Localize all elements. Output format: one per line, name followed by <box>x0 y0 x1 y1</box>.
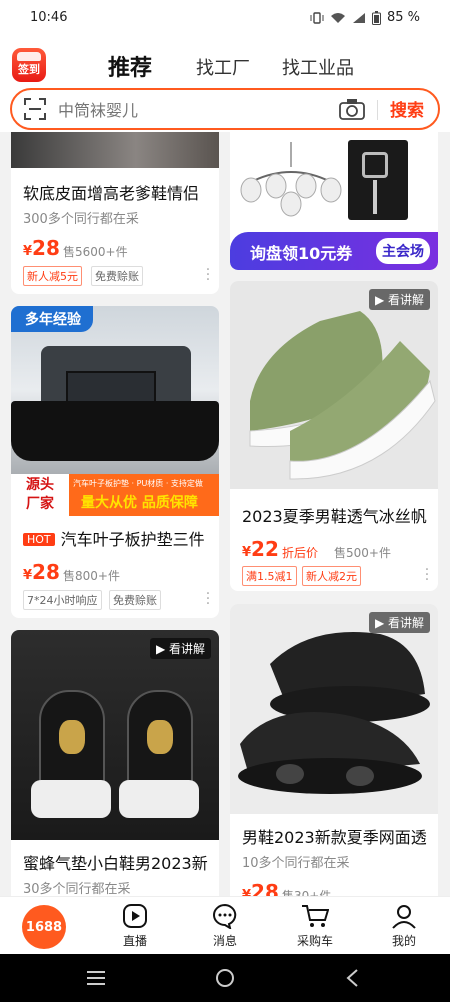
vibrate-icon <box>310 11 324 24</box>
product-title: 蜜蜂气垫小白鞋男2023新 <box>23 854 208 873</box>
search-bar: 搜索 <box>10 88 440 130</box>
search-divider <box>377 100 378 120</box>
credit-tag: 免费赊账 <box>91 266 143 286</box>
header: 签到 推荐 找工厂 找工业品 搜索 <box>0 36 450 132</box>
product-card[interactable]: 软底皮面增高老爹鞋情侣 300多个同行都在采 ¥28 售5600+件 新人减5元… <box>11 132 219 294</box>
more-options-icon[interactable]: · · · <box>205 587 211 611</box>
experience-badge: 多年经验 <box>11 306 93 332</box>
product-image <box>230 604 438 814</box>
main-venue-button[interactable]: 主会场 <box>376 238 430 264</box>
back-icon[interactable] <box>345 968 359 988</box>
shoe-image <box>238 632 430 794</box>
product-card[interactable]: 多年经验 源头厂家 汽车叶子板护垫 · PU材质 · 支持定做 量大从优 品质保… <box>11 306 219 618</box>
product-title: 软底皮面增高老爹鞋情侣 <box>23 184 200 203</box>
product-card[interactable]: ▶ 看讲解 2023夏季男鞋透气冰丝帆 ¥22 折后价 售500+件 满1.5减… <box>230 281 438 591</box>
status-bar: 10:46 85 % <box>0 0 450 36</box>
signin-button[interactable]: 签到 <box>12 48 46 82</box>
sold-count: 售500+件 <box>334 546 391 560</box>
profile-icon <box>392 905 416 929</box>
product-subtitle: 10多个同行都在采 <box>242 856 350 871</box>
live-icon <box>123 904 147 928</box>
product-price: ¥28 <box>23 560 60 584</box>
product-price: ¥28 <box>242 880 279 896</box>
banner-text-factory: 厂家 <box>26 496 54 512</box>
cart-icon <box>302 905 329 927</box>
nav-messages[interactable]: 消息 <box>195 903 255 949</box>
more-options-icon[interactable]: · · · <box>205 263 211 287</box>
home-icon[interactable] <box>215 968 235 988</box>
banner-slogan: 量大从优 品质保障 <box>81 495 198 511</box>
product-subtitle: 30多个同行都在采 <box>23 882 131 896</box>
discount-price-label: 折后价 <box>282 546 319 560</box>
sold-count: 售800+件 <box>63 569 120 583</box>
banner-text-source: 源头 <box>26 477 54 493</box>
search-button[interactable]: 搜索 <box>390 96 424 121</box>
scan-icon[interactable] <box>24 98 46 120</box>
product-card[interactable]: ▶ 看讲解 蜜蜂气垫小白鞋男2023新 30多个同行都在采 <box>11 630 219 896</box>
status-icons: 85 % <box>310 10 420 25</box>
product-title: 2023夏季男鞋透气冰丝帆 <box>242 507 427 526</box>
recent-apps-icon[interactable] <box>86 970 106 986</box>
coupon-strip[interactable]: 询盘领10元券 主会场 <box>230 232 438 270</box>
product-title: 男鞋2023新款夏季网面透 <box>242 828 427 847</box>
promo-banner[interactable]: 询盘领10元券 主会场 <box>230 132 438 270</box>
home-1688-button[interactable]: 1688 <box>22 905 66 949</box>
chandelier-icon <box>240 142 342 217</box>
message-icon <box>213 903 237 929</box>
search-input[interactable] <box>58 97 328 123</box>
credit-tag: 免费赊账 <box>109 590 161 610</box>
system-nav-bar <box>0 954 450 1002</box>
discount-tag: 满1.5减1 <box>242 566 297 586</box>
product-card[interactable]: ▶ 看讲解 男鞋2023新款夏季网面透 10多个同行都在采 ¥28 售30+件 <box>230 604 438 896</box>
tab-industrial-goods[interactable]: 找工业品 <box>282 54 354 80</box>
product-image <box>230 281 438 489</box>
nav-live-label: 直播 <box>122 934 147 948</box>
sold-count: 售30+件 <box>282 889 332 896</box>
product-price: ¥28 <box>23 236 60 260</box>
hot-badge: HOT <box>23 533 55 546</box>
battery-icon <box>371 10 381 25</box>
nav-messages-label: 消息 <box>212 934 237 948</box>
status-time: 10:46 <box>30 10 68 25</box>
video-explain-button[interactable]: ▶ 看讲解 <box>149 638 211 659</box>
bottom-nav: 1688 直播 消息 采购车 我的 <box>0 896 450 954</box>
battery-level: 85 % <box>386 10 420 25</box>
newcomer-tag: 新人减2元 <box>302 566 361 586</box>
camera-icon[interactable] <box>339 98 365 120</box>
coupon-text: 询盘领10元券 <box>250 244 353 263</box>
service-tag: 7*24小时响应 <box>23 590 102 610</box>
signal-icon <box>352 12 365 23</box>
video-explain-button[interactable]: ▶ 看讲解 <box>368 612 430 633</box>
nav-profile-label: 我的 <box>391 934 416 948</box>
watch-box-image <box>348 140 408 220</box>
tab-recommend[interactable]: 推荐 <box>108 50 152 82</box>
discount-tag: 新人减5元 <box>23 266 82 286</box>
nav-cart-label: 采购车 <box>296 934 333 948</box>
sold-count: 售5600+件 <box>63 245 128 259</box>
wifi-icon <box>330 12 345 23</box>
video-explain-button[interactable]: ▶ 看讲解 <box>368 289 430 310</box>
chandelier-image <box>236 142 346 222</box>
nav-live[interactable]: 直播 <box>105 903 165 949</box>
shoe-image <box>249 311 436 480</box>
product-title: HOT 汽车叶子板护垫三件 <box>23 526 205 550</box>
more-options-icon[interactable]: · · · <box>424 563 430 587</box>
tab-find-factory[interactable]: 找工厂 <box>196 54 250 80</box>
product-subtitle: 300多个同行都在采 <box>23 212 139 227</box>
nav-cart[interactable]: 采购车 <box>285 903 345 949</box>
product-image <box>11 630 219 840</box>
nav-profile[interactable]: 我的 <box>374 903 434 949</box>
product-image <box>11 132 219 168</box>
product-price: ¥22 <box>242 537 279 561</box>
banner-subtext: 汽车叶子板护垫 · PU材质 · 支持定做 <box>73 479 203 488</box>
source-factory-banner: 源头厂家 汽车叶子板护垫 · PU材质 · 支持定做 量大从优 品质保障 <box>11 474 219 516</box>
